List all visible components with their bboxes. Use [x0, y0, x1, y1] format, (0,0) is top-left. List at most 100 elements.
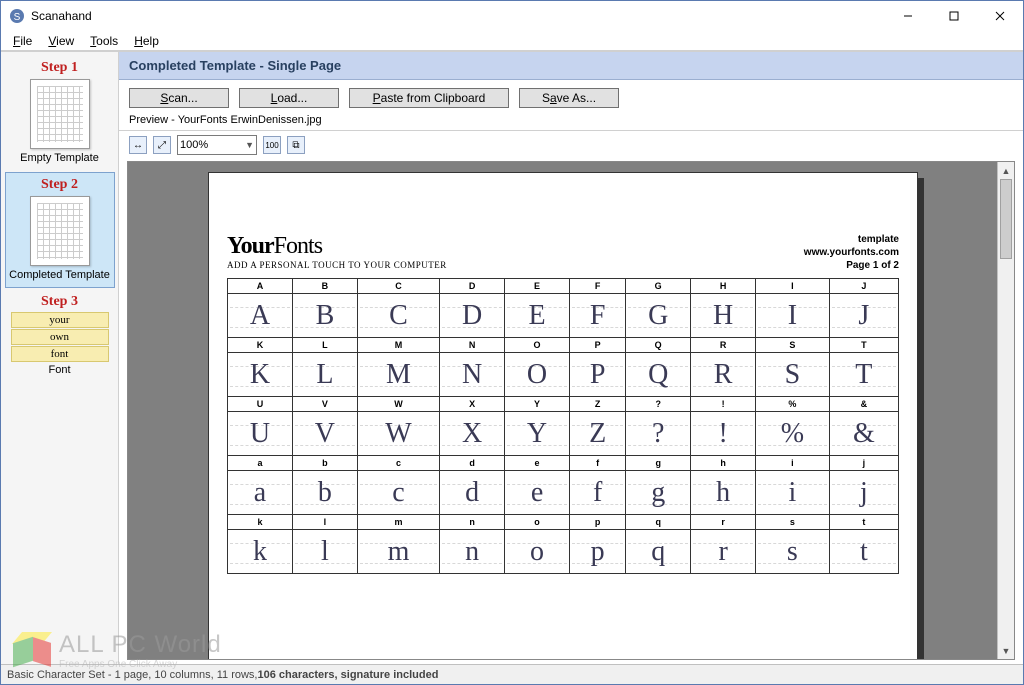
glyph-cell: K: [228, 353, 293, 397]
glyph-cell: O: [505, 353, 570, 397]
glyph-cell: N: [440, 353, 505, 397]
sidebar-step-3[interactable]: Step 3 your own font Font: [5, 290, 115, 382]
glyph-cell: l: [292, 530, 357, 574]
glyph-label: f: [570, 456, 626, 471]
glyph-label: d: [440, 456, 505, 471]
glyph-label: V: [292, 397, 357, 412]
menu-help[interactable]: Help: [126, 32, 167, 50]
glyph-cell: A: [228, 294, 293, 338]
glyph-label: C: [357, 279, 439, 294]
step-label: Font: [5, 364, 115, 376]
glyph-cell: b: [292, 471, 357, 515]
step-title: Step 1: [5, 60, 115, 76]
glyph-cell: I: [756, 294, 830, 338]
app-icon: S: [9, 8, 25, 24]
vertical-scrollbar[interactable]: ▲ ▼: [997, 162, 1014, 659]
glyph-cell: G: [626, 294, 691, 338]
scan-button[interactable]: Scan...: [129, 88, 229, 108]
glyph-grid: ABCDEFGHIJABCDEFGHIJKLMNOPQRSTKLMNOPQRST…: [227, 278, 899, 574]
menubar: File View Tools Help: [1, 31, 1023, 51]
window-title: Scanahand: [31, 9, 885, 23]
glyph-cell: k: [228, 530, 293, 574]
step-label: Completed Template: [6, 269, 114, 281]
glyph-label: J: [829, 279, 898, 294]
step-thumb-icon: your own font: [5, 310, 115, 364]
glyph-label: e: [505, 456, 570, 471]
zoom-fit-width-icon[interactable]: ↔: [129, 136, 147, 154]
glyph-cell: B: [292, 294, 357, 338]
scrollbar-thumb[interactable]: [1000, 179, 1012, 259]
glyph-cell: T: [829, 353, 898, 397]
maximize-button[interactable]: [931, 1, 977, 31]
minimize-button[interactable]: [885, 1, 931, 31]
glyph-cell: %: [756, 412, 830, 456]
copy-icon[interactable]: ⧉: [287, 136, 305, 154]
glyph-cell: Y: [505, 412, 570, 456]
glyph-cell: H: [691, 294, 756, 338]
glyph-cell: p: [570, 530, 626, 574]
sidebar-step-1[interactable]: Step 1 Empty Template: [5, 56, 115, 170]
glyph-cell: j: [829, 471, 898, 515]
menu-view[interactable]: View: [40, 32, 82, 50]
glyph-cell: &: [829, 412, 898, 456]
statusbar: Basic Character Set - 1 page, 10 columns…: [1, 664, 1023, 684]
close-button[interactable]: [977, 1, 1023, 31]
glyph-label: T: [829, 338, 898, 353]
glyph-label: W: [357, 397, 439, 412]
status-text: Basic Character Set - 1 page, 10 columns…: [7, 669, 257, 681]
scroll-down-icon[interactable]: ▼: [998, 642, 1014, 659]
menu-tools[interactable]: Tools: [82, 32, 126, 50]
glyph-cell: V: [292, 412, 357, 456]
template-meta: template www.yourfonts.com Page 1 of 2: [804, 233, 899, 272]
glyph-label: K: [228, 338, 293, 353]
template-page[interactable]: YourFonts ADD A PERSONAL TOUCH TO YOUR C…: [208, 172, 918, 660]
glyph-label: c: [357, 456, 439, 471]
glyph-cell: F: [570, 294, 626, 338]
template-brand: YourFonts: [227, 233, 447, 260]
glyph-label: a: [228, 456, 293, 471]
glyph-label: Y: [505, 397, 570, 412]
glyph-label: q: [626, 515, 691, 530]
zoom-select[interactable]: 100% ▼: [177, 135, 257, 155]
glyph-label: g: [626, 456, 691, 471]
paste-from-clipboard-button[interactable]: Paste from Clipboard: [349, 88, 509, 108]
glyph-label: t: [829, 515, 898, 530]
sidebar-step-2[interactable]: Step 2 Completed Template: [5, 172, 115, 288]
glyph-cell: U: [228, 412, 293, 456]
titlebar: S Scanahand: [1, 1, 1023, 31]
step-title: Step 2: [6, 177, 114, 193]
glyph-label: I: [756, 279, 830, 294]
sidebar: Step 1 Empty Template Step 2 Completed T…: [1, 52, 119, 664]
glyph-label: S: [756, 338, 830, 353]
scroll-up-icon[interactable]: ▲: [998, 162, 1014, 179]
glyph-label: P: [570, 338, 626, 353]
glyph-cell: f: [570, 471, 626, 515]
page-title: Completed Template - Single Page: [129, 58, 341, 73]
save-as-button[interactable]: Save As...: [519, 88, 619, 108]
glyph-label: &: [829, 397, 898, 412]
glyph-cell: q: [626, 530, 691, 574]
glyph-cell: P: [570, 353, 626, 397]
glyph-label: Z: [570, 397, 626, 412]
glyph-cell: i: [756, 471, 830, 515]
step-label: Empty Template: [5, 152, 115, 164]
glyph-label: s: [756, 515, 830, 530]
zoom-fit-page-icon[interactable]: ⤢: [153, 136, 171, 154]
menu-file[interactable]: File: [5, 32, 40, 50]
glyph-cell: s: [756, 530, 830, 574]
load-button[interactable]: Load...: [239, 88, 339, 108]
glyph-label: N: [440, 338, 505, 353]
glyph-cell: c: [357, 471, 439, 515]
glyph-cell: M: [357, 353, 439, 397]
glyph-cell: t: [829, 530, 898, 574]
glyph-label: j: [829, 456, 898, 471]
zoom-100-icon[interactable]: 100: [263, 136, 281, 154]
glyph-label: o: [505, 515, 570, 530]
glyph-cell: D: [440, 294, 505, 338]
preview-toolbar: ↔ ⤢ 100% ▼ 100 ⧉: [119, 131, 1023, 159]
glyph-label: G: [626, 279, 691, 294]
glyph-cell: g: [626, 471, 691, 515]
zoom-value: 100%: [180, 139, 208, 151]
glyph-label: i: [756, 456, 830, 471]
glyph-cell: J: [829, 294, 898, 338]
